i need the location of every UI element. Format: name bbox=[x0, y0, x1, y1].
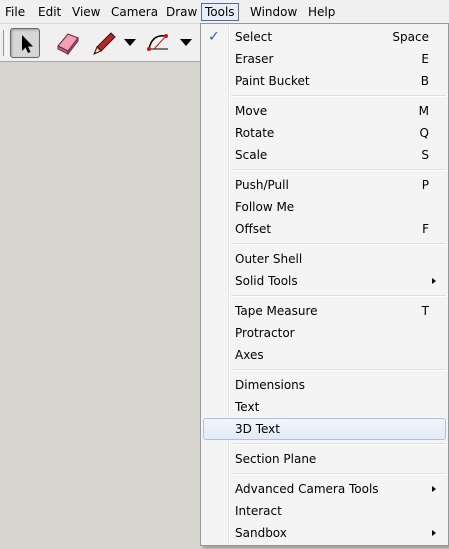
checkmark-icon: ✓ bbox=[208, 29, 220, 45]
menu-item-solid-tools[interactable]: Solid Tools bbox=[203, 270, 446, 292]
submenu-arrow-icon bbox=[432, 486, 436, 492]
select-tool-button[interactable] bbox=[10, 28, 40, 58]
menu-item-label: Protractor bbox=[235, 326, 295, 340]
menu-item-shortcut: F bbox=[422, 222, 429, 236]
eraser-icon bbox=[57, 33, 79, 56]
menu-item-label: Interact bbox=[235, 504, 282, 518]
menu-separator bbox=[231, 95, 446, 97]
menu-item-label: Rotate bbox=[235, 126, 275, 140]
menu-item-scale[interactable]: Scale S bbox=[203, 144, 446, 166]
menu-item-axes[interactable]: Axes bbox=[203, 344, 446, 366]
submenu-arrow-icon bbox=[432, 278, 436, 284]
menu-item-label: Advanced Camera Tools bbox=[235, 482, 379, 496]
menu-item-label: Move bbox=[235, 104, 268, 118]
menu-item-push-pull[interactable]: Push/Pull P bbox=[203, 174, 446, 196]
menu-item-label: Section Plane bbox=[235, 452, 317, 466]
menu-item-dimensions[interactable]: Dimensions bbox=[203, 374, 446, 396]
menu-item-shortcut: E bbox=[421, 52, 429, 66]
menu-item-label: Push/Pull bbox=[235, 178, 289, 192]
tools-dropdown-menu: ✓ Select Space Eraser E Paint Bucket B Move M Rot… bbox=[200, 23, 449, 546]
menu-tools[interactable]: Tools bbox=[201, 3, 239, 21]
menu-item-section-plane[interactable]: Section Plane bbox=[203, 448, 446, 470]
menu-item-label: Axes bbox=[235, 348, 264, 362]
menu-item-label: Offset bbox=[235, 222, 272, 236]
menu-window[interactable]: Window bbox=[247, 3, 300, 21]
toolbar-grip[interactable] bbox=[3, 30, 7, 56]
menu-item-select[interactable]: ✓ Select Space bbox=[203, 26, 446, 48]
menu-item-shortcut: M bbox=[418, 104, 429, 118]
menu-separator bbox=[231, 243, 446, 245]
arc-icon bbox=[147, 34, 168, 51]
menu-view[interactable]: View bbox=[69, 3, 103, 21]
menu-item-tape-measure[interactable]: Tape Measure T bbox=[203, 300, 446, 322]
menu-item-move[interactable]: Move M bbox=[203, 100, 446, 122]
menu-item-label: Eraser bbox=[235, 52, 274, 66]
menu-item-shortcut: Q bbox=[419, 126, 429, 140]
menu-item-label: Tape Measure bbox=[235, 304, 318, 318]
menu-separator bbox=[231, 443, 446, 445]
menu-item-shortcut: Space bbox=[392, 30, 429, 44]
menu-item-label: Text bbox=[235, 400, 260, 414]
menu-item-sandbox[interactable]: Sandbox bbox=[203, 522, 446, 544]
pencil-tool-button[interactable] bbox=[89, 28, 119, 58]
menu-item-eraser[interactable]: Eraser E bbox=[203, 48, 446, 70]
menu-item-label: Paint Bucket bbox=[235, 74, 310, 88]
menu-separator bbox=[231, 169, 446, 171]
pencil-icon bbox=[93, 32, 116, 55]
menu-item-offset[interactable]: Offset F bbox=[203, 218, 446, 240]
menu-item-label: Solid Tools bbox=[235, 274, 298, 288]
menu-item-protractor[interactable]: Protractor bbox=[203, 322, 446, 344]
menu-help[interactable]: Help bbox=[305, 3, 338, 21]
menu-item-rotate[interactable]: Rotate Q bbox=[203, 122, 446, 144]
menu-item-outer-shell[interactable]: Outer Shell bbox=[203, 248, 446, 270]
select-arrow-icon bbox=[22, 35, 33, 53]
menu-item-3d-text[interactable]: 3D Text bbox=[203, 418, 446, 440]
menu-item-shortcut: B bbox=[420, 74, 429, 88]
menu-item-shortcut: T bbox=[421, 304, 429, 318]
menu-bar: File Edit View Camera Draw Tools Window … bbox=[0, 0, 449, 24]
menu-item-shortcut: P bbox=[421, 178, 429, 192]
menu-item-label: 3D Text bbox=[235, 422, 280, 436]
menu-item-paint-bucket[interactable]: Paint Bucket B bbox=[203, 70, 446, 92]
arc-tool-button[interactable] bbox=[144, 28, 174, 58]
menu-item-shortcut: S bbox=[421, 148, 429, 162]
submenu-arrow-icon bbox=[432, 530, 436, 536]
menu-item-label: Scale bbox=[235, 148, 268, 162]
menu-item-follow-me[interactable]: Follow Me bbox=[203, 196, 446, 218]
menu-item-label: Sandbox bbox=[235, 526, 287, 540]
menu-separator bbox=[231, 369, 446, 371]
menu-item-label: Outer Shell bbox=[235, 252, 303, 266]
pencil-dropdown-arrow[interactable] bbox=[124, 39, 136, 46]
menu-file[interactable]: File bbox=[2, 3, 28, 21]
menu-draw[interactable]: Draw bbox=[163, 3, 200, 21]
menu-camera[interactable]: Camera bbox=[108, 3, 161, 21]
menu-item-label: Dimensions bbox=[235, 378, 306, 392]
menu-item-label: Select bbox=[235, 30, 273, 44]
menu-item-advanced-camera-tools[interactable]: Advanced Camera Tools bbox=[203, 478, 446, 500]
menu-separator bbox=[231, 473, 446, 475]
arc-dropdown-arrow[interactable] bbox=[180, 39, 192, 46]
eraser-tool-button[interactable] bbox=[52, 28, 82, 58]
sketchup-window: File Edit View Camera Draw Tools Window … bbox=[0, 0, 449, 549]
menu-edit[interactable]: Edit bbox=[35, 3, 64, 21]
menu-separator bbox=[231, 295, 446, 297]
menu-item-text[interactable]: Text bbox=[203, 396, 446, 418]
menu-item-interact[interactable]: Interact bbox=[203, 500, 446, 522]
menu-item-label: Follow Me bbox=[235, 200, 295, 214]
